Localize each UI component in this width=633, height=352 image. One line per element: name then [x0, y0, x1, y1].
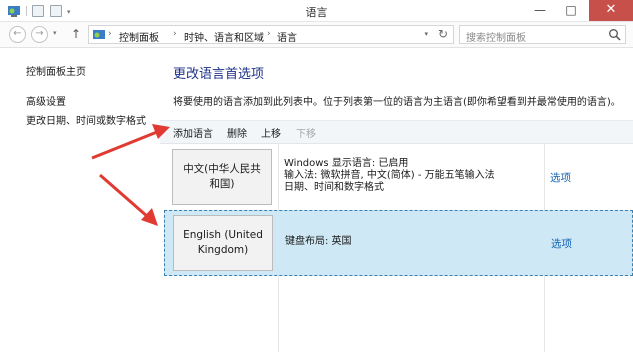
options-link-chinese[interactable]: 选项: [550, 170, 571, 185]
language-name-line1: English (United: [183, 229, 263, 241]
options-link-english[interactable]: 选项: [551, 236, 572, 251]
sidebar-item-control-panel-home[interactable]: 控制面板主页: [26, 63, 86, 78]
breadcrumb-clock-language-region[interactable]: 时钟、语言和区域: [184, 29, 264, 44]
breadcrumb-separator: ›: [173, 29, 177, 39]
language-info-english: 键盘布局: 英国: [285, 236, 352, 248]
date-time-number-format: 日期、时间和数字格式: [284, 182, 384, 193]
back-button[interactable]: ←: [9, 26, 26, 43]
breadcrumb-separator: ›: [108, 29, 112, 39]
language-tile-english[interactable]: English (United Kingdom): [173, 215, 273, 271]
left-pane: 控制面板主页 高级设置 更改日期、时间或数字格式: [0, 49, 160, 352]
display-language-status: Windows 显示语言: 已启用: [284, 158, 409, 169]
page-title: 更改语言首选项: [173, 67, 265, 82]
main-content: 更改语言首选项 将要使用的语言添加到此列表中。位于列表第一位的语言为主语言(即你…: [160, 49, 633, 352]
language-name-line1: 中文(中华人民共: [183, 163, 261, 175]
title-bar: ▾ 语言 — □ ✕: [0, 0, 633, 22]
refresh-icon[interactable]: ↻: [438, 27, 448, 41]
minimize-button[interactable]: —: [525, 0, 555, 21]
sidebar-item-change-date-time-format[interactable]: 更改日期、时间或数字格式: [26, 112, 146, 127]
sidebar-item-advanced-settings[interactable]: 高级设置: [26, 93, 66, 108]
language-name-line2: Kingdom): [197, 244, 249, 256]
breadcrumb-separator: ›: [267, 29, 271, 39]
breadcrumb-control-panel[interactable]: 控制面板: [119, 29, 159, 44]
up-button[interactable]: ↑: [71, 27, 81, 41]
language-row-chinese[interactable]: 中文(中华人民共 和国) Windows 显示语言: 已启用 输入法: 微软拼音,…: [164, 144, 633, 210]
page-description: 将要使用的语言添加到此列表中。位于列表第一位的语言为主语言(即你希望看到并最常使…: [173, 97, 621, 108]
search-box[interactable]: 搜索控制面板: [459, 25, 626, 44]
add-language-button[interactable]: 添加语言: [173, 125, 213, 140]
address-bar[interactable]: › 控制面板 › 时钟、语言和区域 › 语言 ▾ ↻: [88, 25, 454, 44]
keyboard-layout: 键盘布局: 英国: [285, 236, 352, 247]
input-methods: 输入法: 微软拼音, 中文(简体) - 万能五笔输入法: [284, 170, 495, 181]
maximize-button[interactable]: □: [556, 0, 586, 21]
language-row-english[interactable]: English (United Kingdom) 键盘布局: 英国 选项: [164, 210, 633, 276]
search-icon[interactable]: [608, 28, 621, 41]
language-name-line2: 和国): [209, 178, 235, 190]
breadcrumb-language[interactable]: 语言: [277, 29, 297, 44]
recent-locations-dropdown-icon[interactable]: ▾: [53, 29, 57, 37]
close-button[interactable]: ✕: [589, 0, 633, 21]
move-up-button[interactable]: 上移: [261, 125, 281, 140]
address-dropdown-icon[interactable]: ▾: [424, 30, 428, 38]
remove-button[interactable]: 删除: [227, 125, 247, 140]
navigation-bar: ← → ▾ ↑ › 控制面板 › 时钟、语言和区域 › 语言 ▾ ↻ 搜索控制面…: [0, 22, 633, 48]
forward-button[interactable]: →: [31, 26, 48, 43]
language-tile-chinese[interactable]: 中文(中华人民共 和国): [172, 149, 272, 205]
language-toolbar: 添加语言 删除 上移 下移: [160, 120, 633, 144]
language-list: 中文(中华人民共 和国) Windows 显示语言: 已启用 输入法: 微软拼音,…: [160, 144, 633, 352]
language-info-chinese: Windows 显示语言: 已启用 输入法: 微软拼音, 中文(简体) - 万能…: [284, 158, 495, 194]
move-down-button[interactable]: 下移: [296, 125, 316, 140]
control-panel-icon: [93, 30, 105, 39]
search-placeholder: 搜索控制面板: [466, 33, 526, 44]
